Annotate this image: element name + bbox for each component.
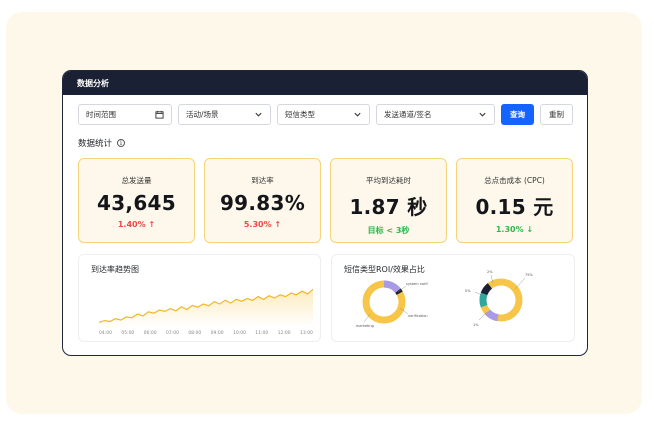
- query-button[interactable]: 查询: [501, 104, 534, 125]
- x-tick: 13:00: [299, 331, 313, 336]
- arrow-down-icon: ↓: [526, 225, 534, 234]
- chevron-down-icon: [255, 112, 262, 117]
- stat-change: 5.30% ↑: [243, 220, 282, 229]
- stats-title-text: 数据统计: [78, 139, 113, 149]
- x-tick: 05:00: [121, 331, 135, 336]
- x-tick: 12:00: [277, 331, 291, 336]
- info-icon[interactable]: i: [117, 139, 126, 147]
- chevron-down-icon: [354, 112, 361, 117]
- donut-label: 5%: [465, 289, 471, 293]
- channel-label: 发送通道/签名: [384, 110, 432, 119]
- stat-card-cpc: 总点击成本 (CPC) 0.15 元 1.30% ↓: [456, 158, 573, 243]
- stat-value: 43,645: [97, 191, 176, 215]
- arrival-trend-chart: [98, 288, 314, 327]
- stat-label: 总点击成本 (CPC): [484, 176, 545, 185]
- calendar-icon: [155, 110, 164, 119]
- stats-section-title: 数据统计 i: [78, 137, 126, 149]
- sms-roi-panel: 短信类型ROI/效果占比 system notif verification m…: [331, 254, 575, 342]
- donut-label: 75%: [525, 273, 533, 277]
- donut-label: 1%: [473, 323, 479, 327]
- stat-label: 平均到达耗时: [366, 176, 411, 185]
- activity-label: 活动/场景: [186, 110, 219, 119]
- x-tick: 09:00: [210, 331, 224, 336]
- x-tick: 06:00: [143, 331, 157, 336]
- time-range-picker[interactable]: 时间范围: [78, 104, 172, 125]
- x-tick: 08:00: [188, 331, 202, 336]
- x-tick: 11:00: [255, 331, 269, 336]
- donut-label: system notif: [406, 282, 428, 286]
- stat-card-avg-arrival-time: 平均到达耗时 1.87 秒 目标 < 3秒: [330, 158, 447, 243]
- stat-card-total-sent: 总发送量 43,645 1.40% ↑: [78, 158, 195, 243]
- donut-chart-left: system notif verification marketing: [356, 280, 428, 328]
- stat-label: 总发送量: [121, 176, 152, 185]
- stat-value: 0.15 元: [475, 195, 554, 219]
- stat-card-arrival-rate: 到达率 99.83% 5.30% ↑: [204, 158, 321, 243]
- donut-label: 2%: [487, 270, 493, 274]
- stats-cards: 总发送量 43,645 1.40% ↑ 到达率 99.83% 5.30% ↑ 平…: [78, 158, 573, 243]
- chevron-down-icon: [479, 112, 486, 117]
- reset-button[interactable]: 重制: [540, 104, 573, 125]
- trend-x-axis: 04:00 05:00 06:00 07:00 08:00 09:00 10:0…: [99, 331, 313, 336]
- arrival-trend-panel: 到达率趋势图 04:00 05:00 06:00 07:00 08:00 09:…: [78, 254, 321, 342]
- filter-bar: 时间范围 活动/场景 短信类型 发送通道/签名 查询 重制: [78, 104, 579, 125]
- x-tick: 07:00: [165, 331, 179, 336]
- sms-type-label: 短信类型: [285, 110, 315, 119]
- stat-value: 99.83%: [219, 191, 306, 215]
- stat-label: 到达率: [251, 176, 274, 185]
- time-range-label: 时间范围: [86, 110, 116, 119]
- channel-select[interactable]: 发送通道/签名: [376, 104, 495, 125]
- activity-select[interactable]: 活动/场景: [178, 104, 271, 125]
- stat-value: 1.87 秒: [349, 195, 428, 219]
- sms-type-select[interactable]: 短信类型: [277, 104, 370, 125]
- roi-donuts: system notif verification marketing 2% 5…: [356, 270, 533, 328]
- data-analysis-window: 数据分析 时间范围 活动/场景 短信类型 发送通道/签名 查询 重制 数据统计 …: [62, 70, 588, 356]
- donut-label: verification: [408, 314, 428, 318]
- stat-change: 1.40% ↑: [117, 220, 156, 229]
- x-tick: 10:00: [232, 331, 246, 336]
- window-title: 数据分析: [77, 78, 109, 88]
- arrow-up-icon: ↑: [148, 220, 156, 229]
- x-tick: 04:00: [99, 331, 112, 336]
- donut-label: marketing: [356, 324, 374, 328]
- arrow-up-icon: ↑: [274, 220, 282, 229]
- window-titlebar: 数据分析: [63, 71, 587, 95]
- stat-change: 1.30% ↓: [495, 225, 534, 234]
- stat-target: 目标 < 3秒: [367, 226, 410, 235]
- donut-chart-right: 2% 5% 1% 75%: [465, 270, 533, 327]
